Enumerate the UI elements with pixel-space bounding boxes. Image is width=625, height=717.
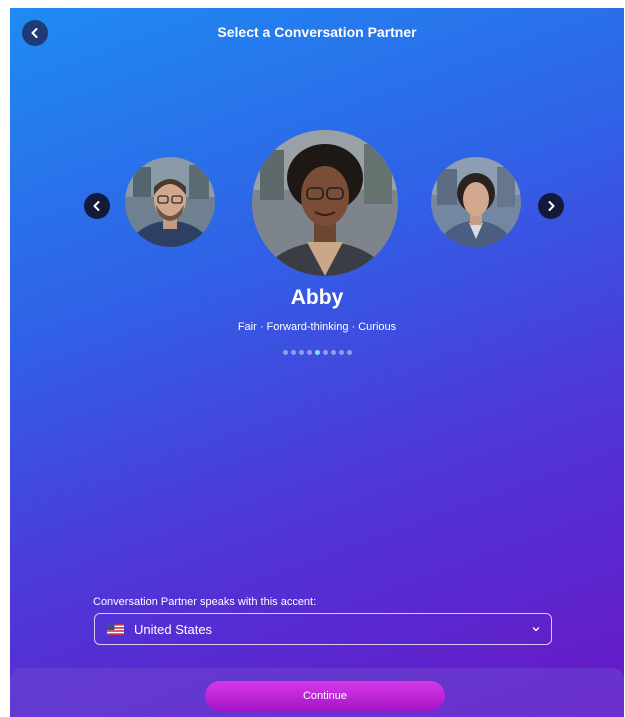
pagination-dot[interactable] [314,350,320,355]
carousel-prev-button[interactable] [84,193,110,219]
partner-name: Abby [290,286,344,309]
pagination-dot[interactable] [330,350,336,355]
carousel-pagination [10,350,624,355]
app-frame: Select a Conversation Partner Abby Fair … [10,8,624,717]
pagination-dot[interactable] [306,350,312,355]
partner-avatar-next[interactable] [431,157,521,247]
us-flag-icon [107,623,124,635]
pagination-dot[interactable] [346,350,352,355]
pagination-dot[interactable] [282,350,288,355]
pagination-dot[interactable] [338,350,344,355]
page-title: Select a Conversation Partner [217,24,417,40]
accent-select-value: United States [134,621,213,637]
pagination-dot[interactable] [322,350,328,355]
chevron-right-icon [548,201,555,211]
continue-button[interactable]: Continue [205,681,445,711]
accent-label: Conversation Partner speaks with this ac… [93,596,317,608]
pagination-dot[interactable] [290,350,296,355]
partner-avatar-previous[interactable] [125,157,215,247]
chevron-down-icon [532,627,540,632]
accent-select[interactable]: United States [94,613,552,645]
pagination-dot[interactable] [298,350,304,355]
partner-avatar-selected[interactable] [252,130,398,276]
chevron-left-icon [93,201,100,211]
partner-traits: Fair · Forward-thinking · Curious [237,321,397,333]
carousel-next-button[interactable] [538,193,564,219]
